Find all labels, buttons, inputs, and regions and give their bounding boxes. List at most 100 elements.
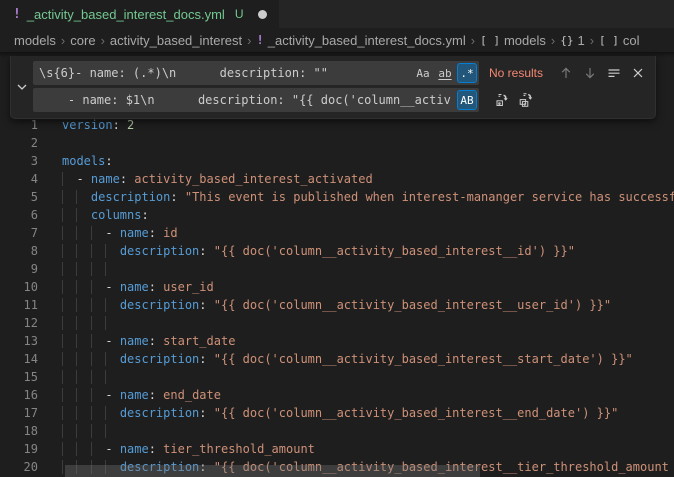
previous-match-button[interactable] bbox=[555, 62, 577, 84]
indent-guide bbox=[62, 424, 76, 438]
line-text: - name: tier_threshold_amount bbox=[62, 440, 315, 458]
indent-guide bbox=[62, 316, 76, 330]
toggle-replace-button[interactable] bbox=[11, 56, 33, 118]
indent-guide bbox=[62, 172, 76, 186]
breadcrumb-separator: › bbox=[590, 33, 594, 48]
close-find-button[interactable] bbox=[627, 62, 649, 84]
tab-filename: _activity_based_interest_docs.yml bbox=[27, 7, 225, 22]
indent-guide bbox=[91, 370, 105, 384]
breadcrumb-item[interactable]: models bbox=[14, 33, 56, 48]
code-line[interactable]: 16 - name: end_date bbox=[0, 386, 674, 404]
indent-guide bbox=[105, 244, 119, 258]
indent-guide bbox=[91, 334, 105, 348]
line-text: columns: bbox=[62, 206, 149, 224]
replace-input-wrap: AB bbox=[33, 88, 479, 112]
code-line[interactable]: 9 bbox=[0, 260, 674, 278]
code-line[interactable]: 17 description: "{{ doc('column__activit… bbox=[0, 404, 674, 422]
indent-guide bbox=[76, 298, 90, 312]
line-text: description: "{{ doc('column__activity_b… bbox=[62, 296, 611, 314]
line-number: 11 bbox=[0, 296, 38, 314]
line-text bbox=[62, 260, 120, 278]
indent-guide bbox=[105, 262, 119, 276]
breadcrumb: models › core › activity_based_interest › !_ac… bbox=[0, 28, 674, 52]
code-line[interactable]: 5 description: "This event is published … bbox=[0, 188, 674, 206]
horizontal-scrollbar[interactable] bbox=[65, 465, 480, 477]
replace-options: AB bbox=[457, 90, 477, 110]
indent-guide bbox=[76, 442, 90, 456]
indent-guide bbox=[62, 190, 76, 204]
line-text: description: "{{ doc('column__activity_b… bbox=[62, 350, 633, 368]
line-text: - name: user_id bbox=[62, 278, 214, 296]
breadcrumb-item[interactable]: [ ]models bbox=[480, 33, 546, 48]
regex-toggle[interactable]: .* bbox=[457, 63, 477, 83]
line-number: 15 bbox=[0, 368, 38, 386]
code-line[interactable]: 14 description: "{{ doc('column__activit… bbox=[0, 350, 674, 368]
code-line[interactable]: 10 - name: user_id bbox=[0, 278, 674, 296]
breadcrumb-separator: › bbox=[551, 33, 555, 48]
line-text: description: "This event is published wh… bbox=[62, 188, 674, 206]
code-line[interactable]: 8 description: "{{ doc('column__activity… bbox=[0, 242, 674, 260]
indent-guide bbox=[62, 226, 76, 240]
code-line[interactable]: 4 - name: activity_based_interest_activa… bbox=[0, 170, 674, 188]
code-line[interactable]: 6 columns: bbox=[0, 206, 674, 224]
indent-guide bbox=[62, 280, 76, 294]
indent-guide bbox=[76, 370, 90, 384]
preserve-case-toggle[interactable]: AB bbox=[457, 90, 477, 110]
symbol-array-icon: [ ] bbox=[480, 34, 500, 47]
breadcrumb-separator: › bbox=[471, 33, 475, 48]
indent-guide bbox=[105, 424, 119, 438]
line-number: 18 bbox=[0, 422, 38, 440]
code-line[interactable]: 7 - name: id bbox=[0, 224, 674, 242]
selection-lines-icon bbox=[606, 65, 622, 81]
indent-guide bbox=[91, 244, 105, 258]
line-number: 13 bbox=[0, 332, 38, 350]
indent-guide bbox=[62, 442, 76, 456]
modified-dot-icon[interactable] bbox=[258, 10, 267, 19]
code-line[interactable]: 19 - name: tier_threshold_amount bbox=[0, 440, 674, 458]
arrow-up-icon bbox=[558, 65, 574, 81]
indent-guide bbox=[62, 334, 76, 348]
whole-word-toggle[interactable]: ab bbox=[435, 63, 455, 83]
breadcrumb-item[interactable]: core bbox=[70, 33, 95, 48]
line-number: 8 bbox=[0, 242, 38, 260]
breadcrumb-separator: › bbox=[247, 33, 251, 48]
find-in-selection-button[interactable] bbox=[603, 62, 625, 84]
breadcrumb-item[interactable]: {}1 bbox=[560, 33, 584, 48]
line-text bbox=[62, 368, 120, 386]
breadcrumb-item[interactable]: [ ]col bbox=[599, 33, 640, 48]
indent-guide bbox=[76, 190, 90, 204]
replace-input[interactable] bbox=[33, 88, 479, 112]
replace-all-button[interactable] bbox=[515, 89, 537, 111]
breadcrumb-item[interactable]: !_activity_based_interest_docs.yml bbox=[257, 33, 466, 48]
indent-guide bbox=[62, 262, 76, 276]
line-text bbox=[62, 422, 120, 440]
replace-row: AB bbox=[33, 88, 649, 112]
code-line[interactable]: 15 bbox=[0, 368, 674, 386]
indent-guide bbox=[76, 280, 90, 294]
breadcrumb-label: col bbox=[623, 33, 640, 48]
yaml-file-icon: ! bbox=[13, 7, 21, 22]
line-number: 14 bbox=[0, 350, 38, 368]
replace-button[interactable] bbox=[491, 89, 513, 111]
code-line[interactable]: 11 description: "{{ doc('column__activit… bbox=[0, 296, 674, 314]
code-area: 1version: 223models:4 - name: activity_b… bbox=[0, 112, 674, 477]
code-line[interactable]: 2 bbox=[0, 134, 674, 152]
code-line[interactable]: 18 bbox=[0, 422, 674, 440]
breadcrumb-item[interactable]: activity_based_interest bbox=[110, 33, 242, 48]
find-options: Aa ab .* bbox=[413, 63, 477, 83]
code-line[interactable]: 13 - name: start_date bbox=[0, 332, 674, 350]
line-number: 10 bbox=[0, 278, 38, 296]
editor-tab[interactable]: ! _activity_based_interest_docs.yml U bbox=[0, 0, 280, 28]
line-number: 4 bbox=[0, 170, 38, 188]
line-text bbox=[62, 314, 120, 332]
indent-guide bbox=[91, 226, 105, 240]
line-number: 12 bbox=[0, 314, 38, 332]
match-case-toggle[interactable]: Aa bbox=[413, 63, 433, 83]
line-text: - name: start_date bbox=[62, 332, 235, 350]
next-match-button[interactable] bbox=[579, 62, 601, 84]
line-number: 3 bbox=[0, 152, 38, 170]
indent-guide bbox=[91, 262, 105, 276]
breadcrumb-label: _activity_based_interest_docs.yml bbox=[268, 33, 466, 48]
code-line[interactable]: 3models: bbox=[0, 152, 674, 170]
code-line[interactable]: 12 bbox=[0, 314, 674, 332]
